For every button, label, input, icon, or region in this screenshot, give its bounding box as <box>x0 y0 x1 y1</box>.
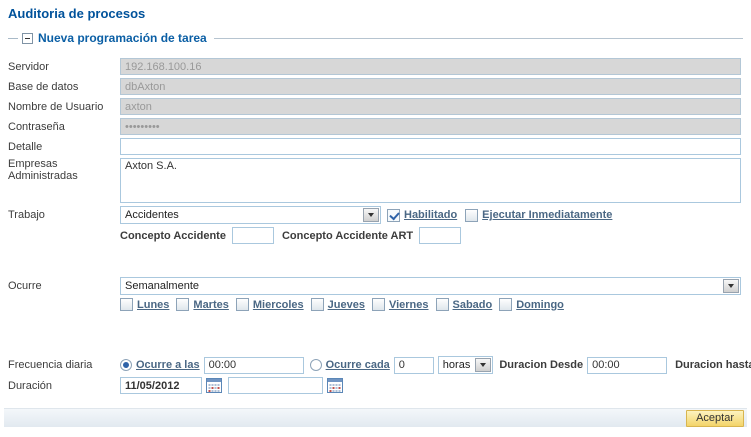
domingo-checkbox[interactable] <box>499 298 512 311</box>
contrasena-label: Contraseña <box>8 121 120 133</box>
chevron-down-icon[interactable] <box>363 208 379 222</box>
footer-bar: Aceptar <box>4 408 747 427</box>
fecha-hasta-input[interactable] <box>228 377 323 394</box>
section-header: Nueva programación de tarea <box>8 31 743 45</box>
page-title: Auditoria de procesos <box>8 6 751 22</box>
servidor-label: Servidor <box>8 61 120 73</box>
sabado-checkbox[interactable] <box>436 298 449 311</box>
accept-button[interactable]: Aceptar <box>686 410 744 427</box>
empresas-listbox[interactable]: Axton S.A. <box>120 158 741 203</box>
fecha-desde-input[interactable] <box>120 377 202 394</box>
field-row-duracion: Duración <box>8 377 741 394</box>
duracion-desde-label: Duracion Desde <box>499 359 583 371</box>
day-item-viernes: Viernes <box>372 298 429 311</box>
ocurre-a-las-label[interactable]: Ocurre a las <box>136 359 200 371</box>
concepto-accidente-label: Concepto Accidente <box>120 230 226 242</box>
jueves-label[interactable]: Jueves <box>328 299 365 311</box>
day-item-sabado: Sabado <box>436 298 493 311</box>
calendar-icon[interactable] <box>206 378 222 394</box>
day-item-domingo: Domingo <box>499 298 564 311</box>
trabajo-selected-value: Accidentes <box>121 209 362 221</box>
trabajo-select[interactable]: Accidentes <box>120 206 381 224</box>
base-de-datos-input <box>120 78 741 95</box>
ocurre-cada-radio[interactable] <box>310 359 322 371</box>
viernes-label[interactable]: Viernes <box>389 299 429 311</box>
field-row-trabajo: Trabajo Accidentes Habilitado Ejecutar I… <box>8 206 741 224</box>
lunes-checkbox[interactable] <box>120 298 133 311</box>
miercoles-checkbox[interactable] <box>236 298 249 311</box>
duracion-desde-input[interactable] <box>587 357 667 374</box>
ocurre-cada-unit-select[interactable]: horas <box>438 356 494 374</box>
sabado-label[interactable]: Sabado <box>453 299 493 311</box>
ejecutar-inmediatamente-label[interactable]: Ejecutar Inmediatamente <box>482 209 612 221</box>
concepto-accidente-art-input[interactable] <box>419 227 461 244</box>
nombre-usuario-input <box>120 98 741 115</box>
audit-process-page: Auditoria de procesos Nueva programación… <box>0 0 751 437</box>
jueves-checkbox[interactable] <box>311 298 324 311</box>
ejecutar-inmediatamente-checkbox[interactable] <box>465 209 478 222</box>
ocurre-cada-value-input[interactable] <box>394 357 434 374</box>
chevron-down-icon[interactable] <box>723 279 739 293</box>
concepto-accidente-art-label: Concepto Accidente ART <box>282 230 413 242</box>
day-item-lunes: Lunes <box>120 298 169 311</box>
day-item-miercoles: Miercoles <box>236 298 304 311</box>
section-title: Nueva programación de tarea <box>38 31 207 45</box>
days-row: Lunes Martes Miercoles Jueves Viernes Sa… <box>8 298 741 311</box>
concepto-accidente-input[interactable] <box>232 227 274 244</box>
section-dash <box>8 38 18 39</box>
field-row-base-de-datos: Base de datos <box>8 78 741 95</box>
field-row-ocurre: Ocurre Semanalmente <box>8 277 741 295</box>
frecuencia-diaria-label: Frecuencia diaria <box>8 359 120 371</box>
ocurre-a-las-time-input[interactable] <box>204 357 304 374</box>
ocurre-cada-label[interactable]: Ocurre cada <box>326 359 390 371</box>
ocurre-cada-unit-value: horas <box>439 359 475 371</box>
habilitado-label[interactable]: Habilitado <box>404 209 457 221</box>
section-divider-line <box>214 38 743 39</box>
calendar-icon[interactable] <box>327 378 343 394</box>
field-row-servidor: Servidor <box>8 58 741 75</box>
martes-checkbox[interactable] <box>176 298 189 311</box>
duracion-hasta-label: Duracion hasta <box>675 359 751 371</box>
field-row-contrasena: Contraseña <box>8 118 741 135</box>
field-row-detalle: Detalle <box>8 138 741 155</box>
martes-label[interactable]: Martes <box>193 299 228 311</box>
detalle-input[interactable] <box>120 138 741 155</box>
trabajo-label: Trabajo <box>8 209 120 221</box>
empresas-list-item[interactable]: Axton S.A. <box>125 160 736 172</box>
field-row-frecuencia-diaria: Frecuencia diaria Ocurre a las Ocurre ca… <box>8 356 741 374</box>
day-item-martes: Martes <box>176 298 228 311</box>
field-row-concepto: Concepto Accidente Concepto Accidente AR… <box>8 227 741 244</box>
base-de-datos-label: Base de datos <box>8 81 120 93</box>
duracion-label: Duración <box>8 380 120 392</box>
habilitado-checkbox[interactable] <box>387 209 400 222</box>
miercoles-label[interactable]: Miercoles <box>253 299 304 311</box>
viernes-checkbox[interactable] <box>372 298 385 311</box>
domingo-label[interactable]: Domingo <box>516 299 564 311</box>
contrasena-input <box>120 118 741 135</box>
detalle-label: Detalle <box>8 141 120 153</box>
chevron-down-icon[interactable] <box>475 358 491 372</box>
collapse-icon[interactable] <box>22 33 33 44</box>
ocurre-selected-value: Semanalmente <box>121 280 722 292</box>
ocurre-select[interactable]: Semanalmente <box>120 277 741 295</box>
day-item-jueves: Jueves <box>311 298 365 311</box>
lunes-label[interactable]: Lunes <box>137 299 169 311</box>
nombre-usuario-label: Nombre de Usuario <box>8 101 120 113</box>
servidor-input <box>120 58 741 75</box>
ocurre-label: Ocurre <box>8 280 120 292</box>
empresas-label: Empresas Administradas <box>8 158 120 182</box>
field-row-nombre-usuario: Nombre de Usuario <box>8 98 741 115</box>
ocurre-a-las-radio[interactable] <box>120 359 132 371</box>
field-row-empresas: Empresas Administradas Axton S.A. <box>8 158 741 203</box>
